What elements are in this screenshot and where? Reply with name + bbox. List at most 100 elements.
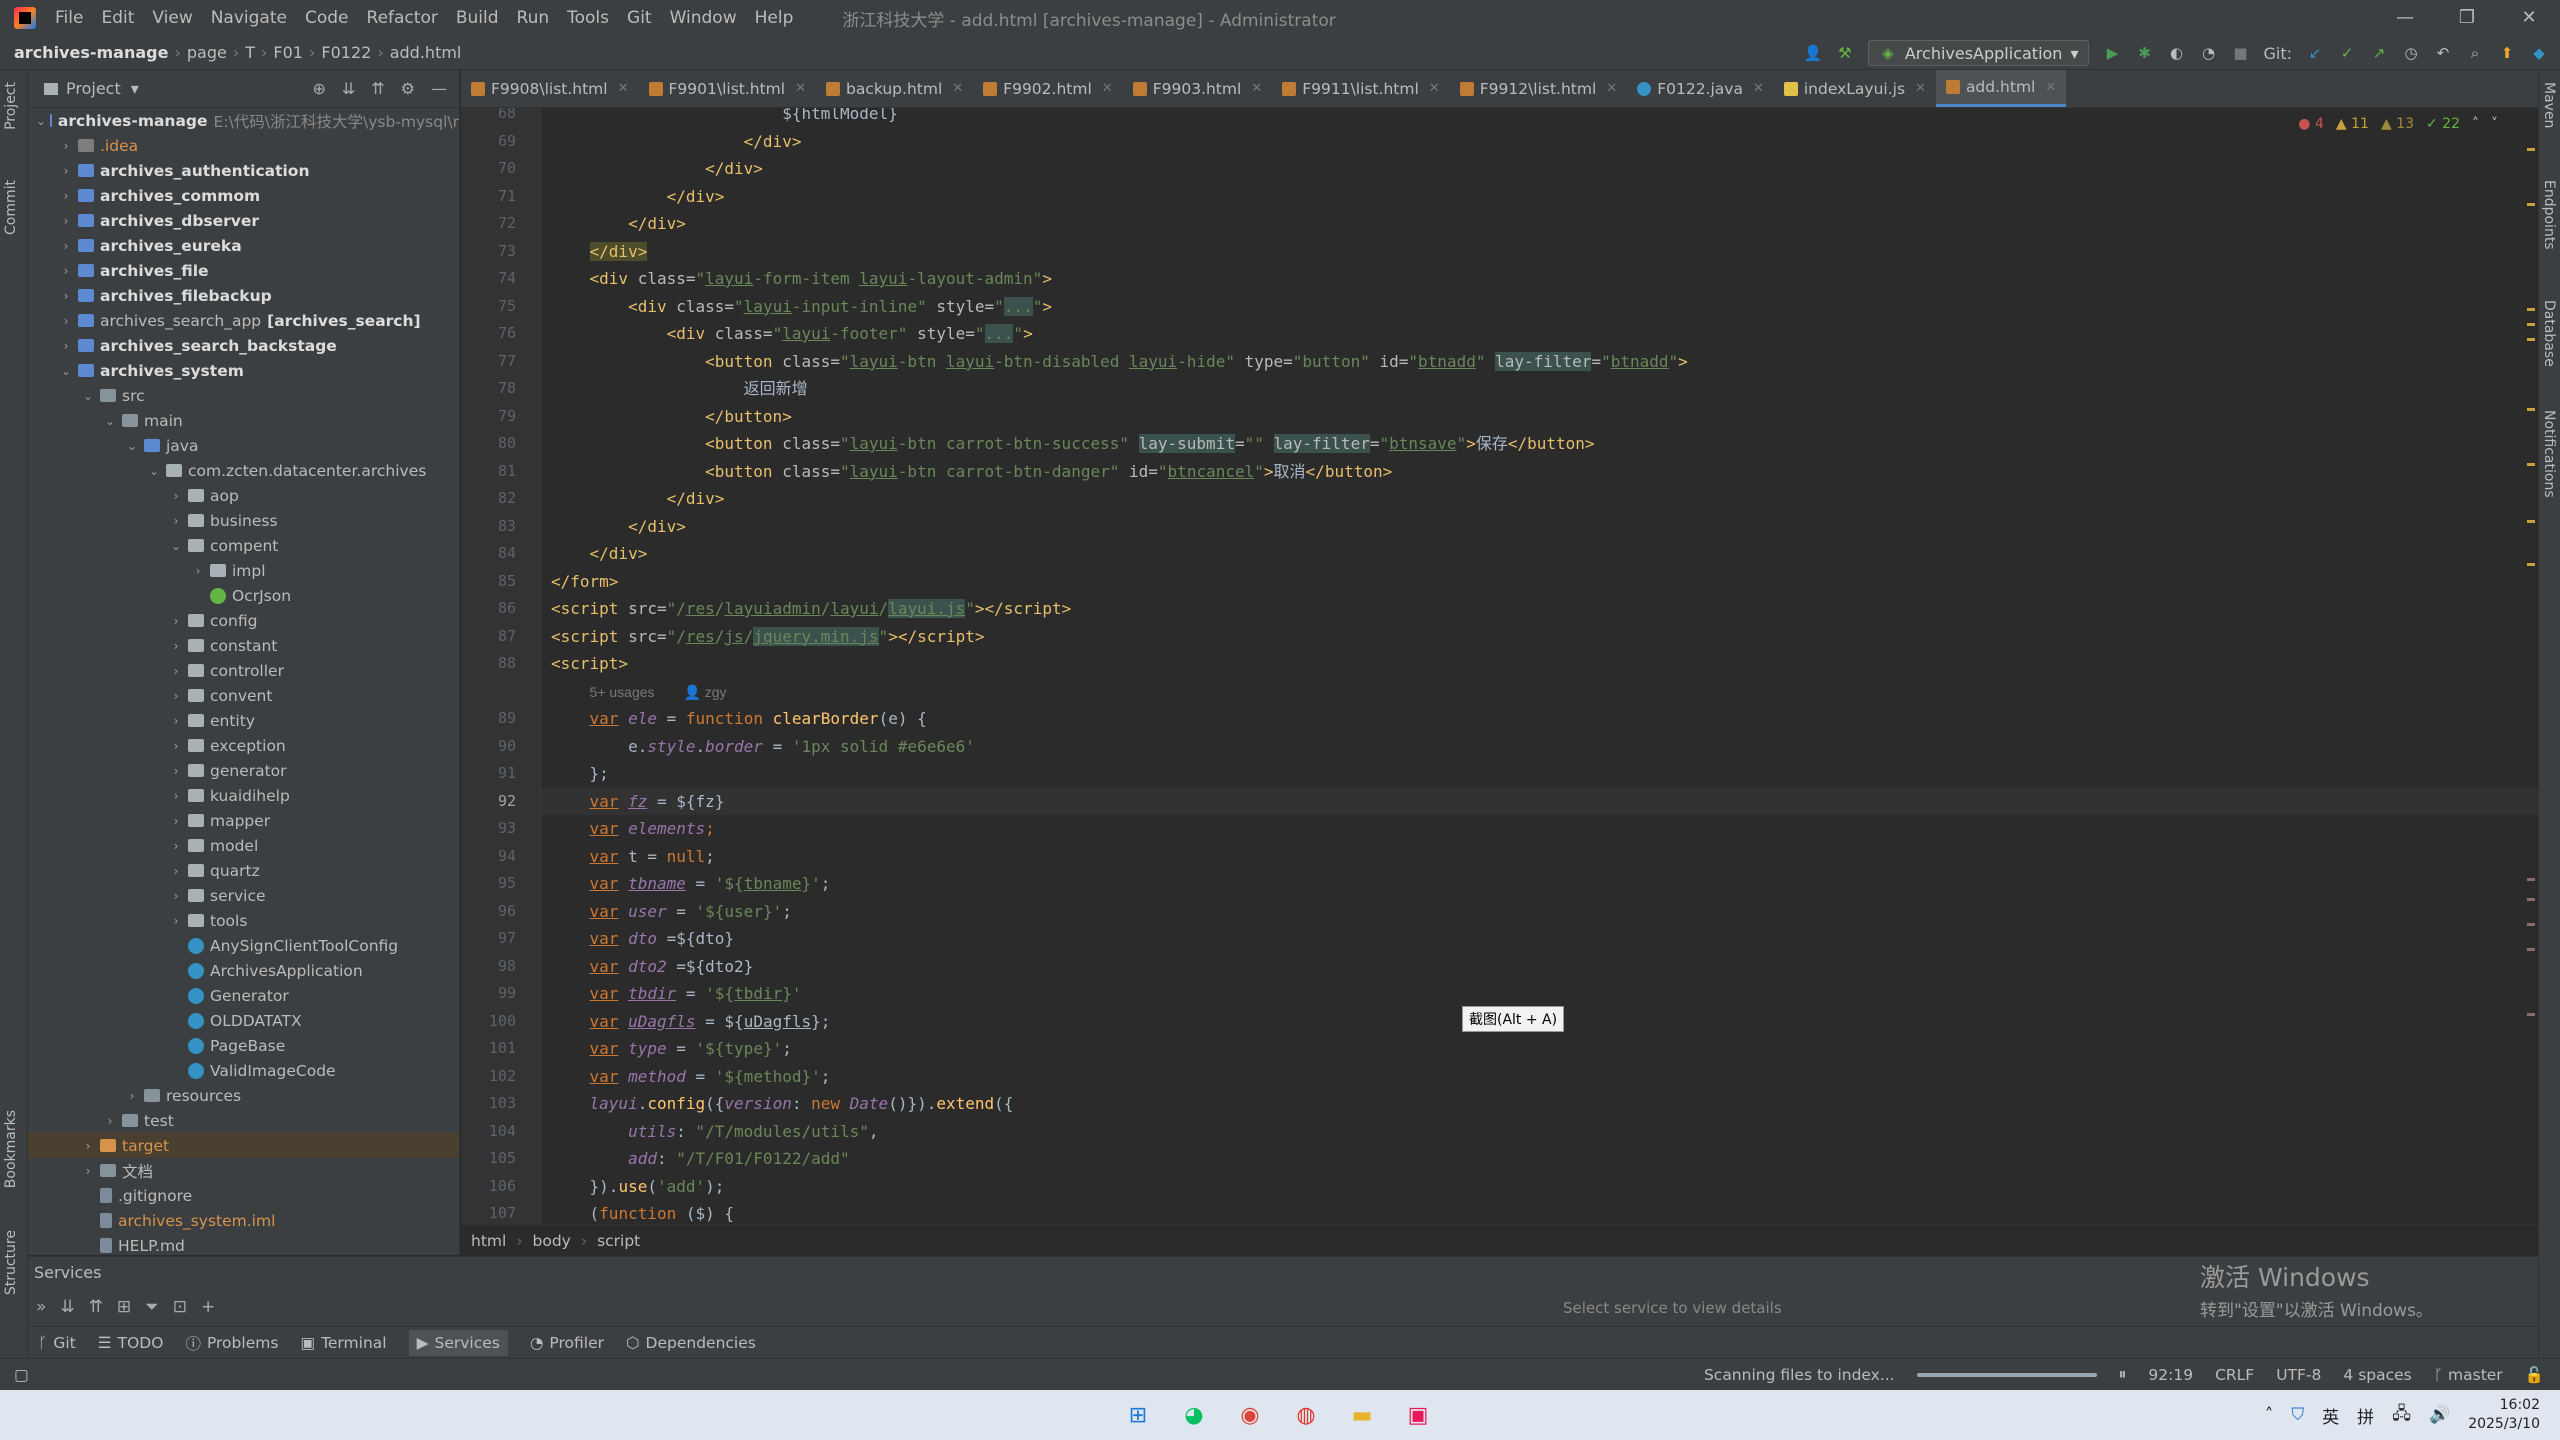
- tree-item[interactable]: › tools: [28, 908, 459, 933]
- crumb-script[interactable]: script: [597, 1232, 640, 1250]
- tree-item[interactable]: › archives_file: [28, 258, 459, 283]
- coverage-icon[interactable]: ◐: [2167, 44, 2185, 62]
- chrome-icon[interactable]: ◉: [1232, 1397, 1268, 1433]
- chevron-right-icon[interactable]: ›: [168, 864, 184, 878]
- strip-notifications[interactable]: Notifications: [2541, 410, 2557, 498]
- code-line[interactable]: e.style.border = '1px solid #e6e6e6': [551, 733, 975, 761]
- tree-item[interactable]: › archives_eureka: [28, 233, 459, 258]
- code-line[interactable]: <button class="layui-btn carrot-btn-dang…: [551, 458, 1392, 486]
- chevron-right-icon[interactable]: ›: [58, 289, 74, 303]
- git-update-icon[interactable]: ↙: [2306, 44, 2324, 62]
- menu-navigate[interactable]: Navigate: [202, 8, 296, 28]
- tab-close-icon[interactable]: ✕: [795, 81, 806, 96]
- chevron-right-icon[interactable]: ›: [168, 914, 184, 928]
- tree-item[interactable]: › config: [28, 608, 459, 633]
- clock[interactable]: 16:02 2025/3/10: [2468, 1396, 2540, 1434]
- code-line[interactable]: var method = '${method}';: [551, 1063, 831, 1091]
- strip-commit[interactable]: Commit: [3, 180, 19, 235]
- chevron-right-icon[interactable]: ›: [168, 614, 184, 628]
- chevron-right-icon[interactable]: ›: [168, 514, 184, 528]
- tree-item[interactable]: › mapper: [28, 808, 459, 833]
- crumb-html[interactable]: html: [471, 1232, 506, 1250]
- code-editor[interactable]: 68 69 70 71 72 73 74 75 76 77 78 79 80 81 82 83 84 85 86 87…: [461, 108, 2538, 1224]
- tree-item[interactable]: › archives_commom: [28, 183, 459, 208]
- tab-close-icon[interactable]: ✕: [1251, 81, 1262, 96]
- tree-item[interactable]: ⌄ archives-manage E:\代码\浙江科技大学\ysb-mysql\r: [28, 108, 459, 133]
- code-line[interactable]: var elements;: [551, 815, 715, 843]
- tree-item[interactable]: › exception: [28, 733, 459, 758]
- code-line[interactable]: var tbdir = '${tbdir}': [551, 980, 802, 1008]
- code-line[interactable]: var tbname = '${tbname}';: [551, 870, 831, 898]
- toolwindow-profiler[interactable]: ◔ Profiler: [530, 1334, 604, 1352]
- editor-tab[interactable]: F9903.html ✕: [1123, 70, 1273, 107]
- tree-item[interactable]: › impl: [28, 558, 459, 583]
- tree-item[interactable]: › kuaidihelp: [28, 783, 459, 808]
- minimize-icon[interactable]: —: [2374, 0, 2436, 36]
- chevron-right-icon[interactable]: ›: [58, 164, 74, 178]
- expand-all-icon[interactable]: ⇊: [342, 79, 355, 98]
- tree-item[interactable]: ArchivesApplication: [28, 958, 459, 983]
- indent-setting[interactable]: 4 spaces: [2343, 1366, 2411, 1384]
- toolwindow-terminal[interactable]: ▣ Terminal: [300, 1334, 386, 1352]
- tree-item[interactable]: › entity: [28, 708, 459, 733]
- tree-item[interactable]: ⌄ compent: [28, 533, 459, 558]
- tree-item[interactable]: AnySignClientToolConfig: [28, 933, 459, 958]
- tree-item[interactable]: › resources: [28, 1083, 459, 1108]
- code-line[interactable]: var user = '${user}';: [551, 898, 792, 926]
- rollback-icon[interactable]: ↶: [2434, 44, 2452, 62]
- file-explorer-icon[interactable]: ▬: [1344, 1397, 1380, 1433]
- tree-item[interactable]: › constant: [28, 633, 459, 658]
- run-config-select[interactable]: ◈ ArchivesApplication ▾: [1867, 40, 2090, 66]
- code-line[interactable]: var dto =${dto}: [551, 925, 735, 953]
- add-service-icon[interactable]: +: [201, 1297, 215, 1317]
- tree-item[interactable]: › archives_filebackup: [28, 283, 459, 308]
- debug-icon[interactable]: ✱: [2135, 44, 2153, 62]
- usage-inlay-hint[interactable]: 5+ usages 👤 zgy: [551, 678, 727, 706]
- strip-bookmarks[interactable]: Bookmarks: [3, 1110, 19, 1188]
- tab-close-icon[interactable]: ✕: [1429, 81, 1440, 96]
- update-icon[interactable]: ⬆: [2498, 44, 2516, 62]
- git-push-icon[interactable]: ↗: [2370, 44, 2388, 62]
- editor-tab[interactable]: backup.html ✕: [816, 70, 973, 107]
- code-line[interactable]: var uDagfls = ${uDagfls};: [551, 1008, 831, 1036]
- menu-tools[interactable]: Tools: [558, 8, 618, 28]
- wechat-icon[interactable]: ◕: [1176, 1397, 1212, 1433]
- tab-close-icon[interactable]: ✕: [2045, 80, 2056, 95]
- code-line[interactable]: </div>: [551, 513, 686, 541]
- chevron-right-icon[interactable]: ›: [58, 139, 74, 153]
- tab-close-icon[interactable]: ✕: [1753, 81, 1764, 96]
- code-line[interactable]: var fz = ${fz}: [551, 788, 725, 816]
- code-line[interactable]: <script>: [551, 650, 628, 678]
- toolwindow-todo[interactable]: ☰ TODO: [98, 1334, 164, 1352]
- git-branch[interactable]: ᚴ master: [2434, 1366, 2503, 1384]
- tree-item[interactable]: › quartz: [28, 858, 459, 883]
- tree-item[interactable]: PageBase: [28, 1033, 459, 1058]
- code-line[interactable]: <div class="layui-footer" style="...">: [551, 320, 1033, 348]
- code-line[interactable]: var t = null;: [551, 843, 715, 871]
- chevron-right-icon[interactable]: ›: [168, 789, 184, 803]
- tree-item[interactable]: ⌄ main: [28, 408, 459, 433]
- ime-mode[interactable]: 拼: [2357, 1403, 2374, 1428]
- menu-refactor[interactable]: Refactor: [358, 8, 447, 28]
- chevron-right-icon[interactable]: ›: [168, 889, 184, 903]
- code-line[interactable]: </div>: [551, 210, 686, 238]
- prev-highlight-icon[interactable]: ˄: [2472, 116, 2479, 132]
- filter-icon[interactable]: ⏷: [145, 1297, 159, 1317]
- chevron-down-icon[interactable]: ⌄: [168, 539, 184, 553]
- next-highlight-icon[interactable]: ˅: [2491, 116, 2498, 132]
- volume-icon[interactable]: 🔊: [2429, 1405, 2450, 1425]
- run-icon[interactable]: ▶: [2103, 44, 2121, 62]
- code-line[interactable]: (function ($) {: [551, 1200, 735, 1224]
- menu-window[interactable]: Window: [661, 8, 746, 28]
- menu-view[interactable]: View: [143, 8, 201, 28]
- chevron-down-icon[interactable]: ⌄: [102, 414, 118, 428]
- chevron-right-icon[interactable]: ›: [168, 839, 184, 853]
- tree-item[interactable]: › controller: [28, 658, 459, 683]
- tree-item[interactable]: ⌄ src: [28, 383, 459, 408]
- code-line[interactable]: </div>: [551, 183, 725, 211]
- tab-close-icon[interactable]: ✕: [618, 81, 629, 96]
- collapse-all-icon[interactable]: ⇈: [371, 79, 384, 98]
- tree-item[interactable]: › archives_dbserver: [28, 208, 459, 233]
- history-icon[interactable]: ◷: [2402, 44, 2420, 62]
- code-line[interactable]: layui.config({version: new Date()}).exte…: [551, 1090, 1014, 1118]
